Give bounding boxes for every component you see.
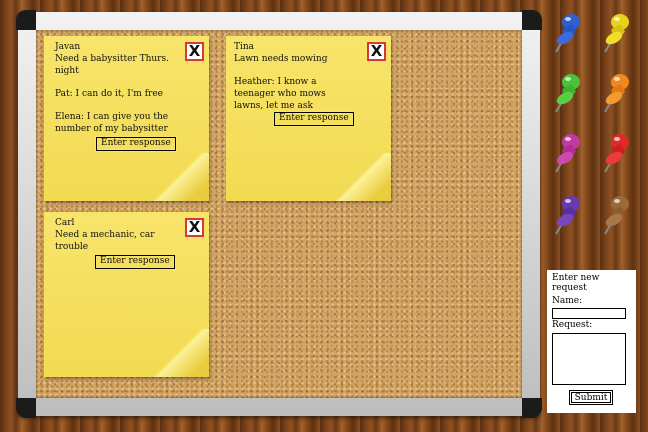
sticky-note-carl: Carl Need a mechanic, car trouble X Ente… [44, 212, 209, 377]
form-title: Enter new request [552, 273, 600, 293]
enter-response-button[interactable]: Enter response [94, 254, 176, 270]
name-input[interactable] [552, 308, 626, 319]
sticky-note-javan: Javan Need a babysitter Thurs. night Pat… [44, 36, 209, 201]
request-textarea[interactable] [552, 333, 626, 385]
enter-response-button[interactable]: Enter response [95, 136, 177, 152]
blue-pin-icon[interactable] [553, 10, 587, 54]
frame-corner [522, 10, 542, 30]
frame-corner [16, 398, 36, 418]
red-pin-icon[interactable] [602, 130, 636, 174]
note-author: Carl [55, 218, 75, 228]
page-curl [154, 153, 209, 201]
note-response: Heather: I know a teenager who mows lawn… [234, 77, 326, 111]
submit-button[interactable]: Submit [571, 392, 611, 403]
frame-corner [522, 398, 542, 418]
purple-pin-icon[interactable] [553, 192, 587, 236]
page-curl [336, 153, 391, 201]
green-pin-icon[interactable] [553, 70, 587, 114]
close-note-button[interactable]: X [367, 42, 386, 61]
name-label: Name: [552, 296, 583, 306]
orange-pin-icon[interactable] [602, 70, 636, 114]
note-author: Tina [234, 42, 255, 52]
note-author: Javan [55, 42, 81, 52]
note-request: Lawn needs mowing [234, 54, 328, 64]
magenta-pin-icon[interactable] [553, 130, 587, 174]
new-request-form: Enter new request Name: Request: Submit [547, 270, 636, 413]
frame-corner [16, 10, 36, 30]
note-request: Need a babysitter Thurs. night [55, 54, 169, 76]
page-curl [154, 329, 209, 377]
yellow-pin-icon[interactable] [602, 10, 636, 54]
close-note-button[interactable]: X [185, 42, 204, 61]
note-response: Pat: I can do it, I'm free [55, 89, 163, 99]
note-request: Need a mechanic, car trouble [55, 230, 155, 252]
request-label: Request: [552, 320, 593, 330]
brown-pin-icon[interactable] [602, 192, 636, 236]
enter-response-button[interactable]: Enter response [273, 111, 355, 127]
sticky-note-tina: Tina Lawn needs mowing Heather: I know a… [226, 36, 391, 201]
close-note-button[interactable]: X [185, 218, 204, 237]
note-response: Elena: I can give you the number of my b… [55, 112, 169, 134]
